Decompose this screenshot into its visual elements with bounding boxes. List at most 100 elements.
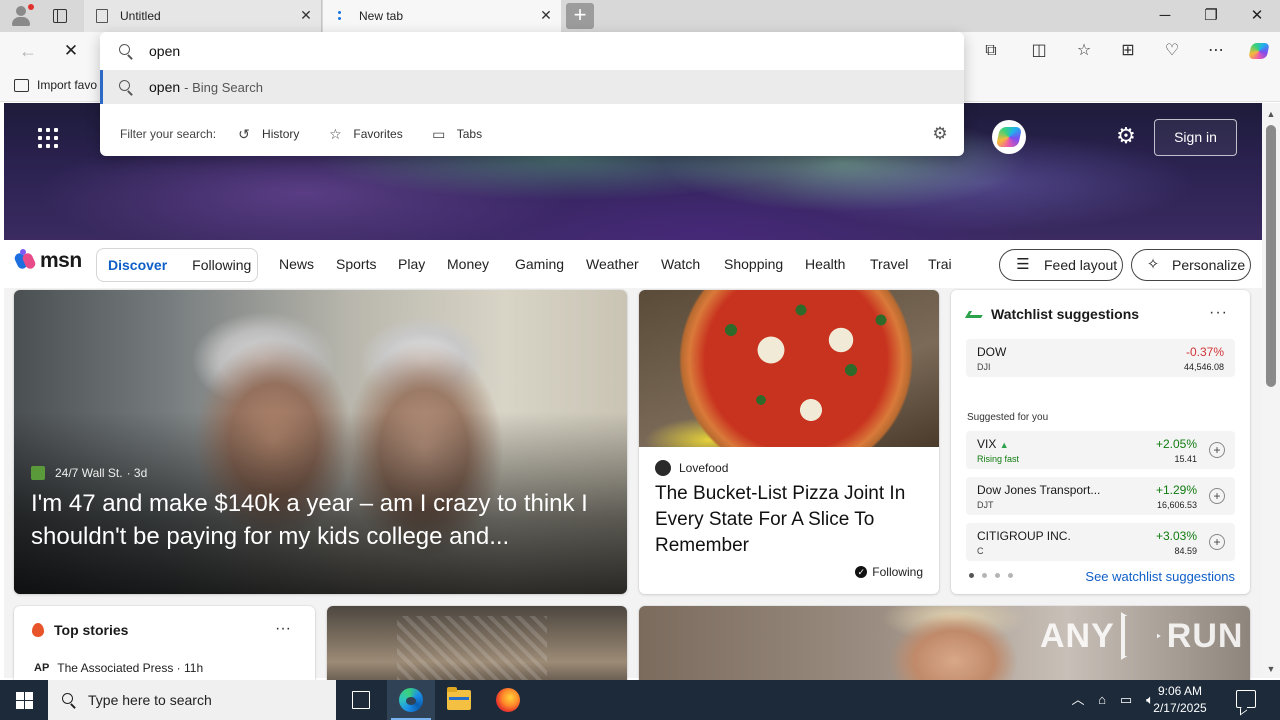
more-options-icon[interactable]: ··· — [275, 620, 291, 638]
msn-logo-icon — [13, 249, 38, 273]
watchlist-header[interactable]: Watchlist suggestions — [964, 306, 1140, 322]
tabs-icon: ▭ — [432, 126, 446, 142]
address-input[interactable]: open — [100, 32, 964, 70]
tab-new-tab[interactable]: New tab ✕ — [323, 0, 561, 32]
more-options-icon[interactable]: ··· — [1209, 304, 1228, 322]
pizza-article-card[interactable]: Lovefood The Bucket-List Pizza Joint In … — [639, 290, 939, 594]
stock-price: 44,546.08 — [1183, 362, 1224, 372]
firefox-button[interactable] — [484, 680, 532, 720]
tab-following[interactable]: Following — [192, 257, 251, 273]
browser-essentials-icon[interactable]: ♡ — [1161, 40, 1183, 62]
stock-row-dow[interactable]: DOW DJI -0.37% 44,546.08 — [966, 339, 1235, 377]
story-source[interactable]: AP The Associated Press · 11h — [34, 661, 203, 675]
scroll-up-icon[interactable]: ▲ — [1266, 109, 1276, 119]
task-view-button[interactable] — [336, 680, 384, 720]
tab-untitled[interactable]: Untitled ✕ — [84, 0, 322, 32]
restore-button[interactable]: ❐ — [1188, 0, 1234, 32]
nav-money[interactable]: Money — [447, 256, 489, 272]
see-watchlist-link[interactable]: See watchlist suggestions — [1085, 569, 1235, 584]
edge-taskbar-button[interactable] — [387, 680, 435, 720]
nav-travel[interactable]: Travel — [870, 256, 908, 272]
nav-health[interactable]: Health — [805, 256, 845, 272]
publisher-name: Lovefood — [679, 461, 729, 475]
stock-chart-icon — [964, 308, 986, 320]
tab-discover[interactable]: Discover — [108, 257, 167, 273]
personalize-label: Personalize — [1172, 257, 1246, 273]
profile-icon[interactable] — [8, 4, 34, 28]
copilot-icon[interactable] — [1246, 38, 1272, 64]
settings-more-icon[interactable]: ⋯ — [1205, 40, 1227, 62]
feed-toggle: Discover Following — [96, 248, 258, 282]
feed-layout-button[interactable]: ☰ Feed layout — [999, 249, 1123, 281]
play-icon — [1120, 612, 1161, 660]
stock-row-vix[interactable]: VIX ▲ Rising fast +2.05% 15.41 + — [966, 431, 1235, 469]
copilot-icon[interactable] — [992, 120, 1026, 154]
nav-watch[interactable]: Watch — [661, 256, 700, 272]
article-headline[interactable]: The Bucket-List Pizza Joint In Every Sta… — [655, 481, 927, 559]
import-favorites-button[interactable]: Import favo — [14, 78, 97, 92]
nav-play[interactable]: Play — [398, 256, 425, 272]
back-button[interactable]: ← — [14, 38, 42, 64]
minimize-button[interactable]: ─ — [1142, 0, 1188, 32]
page-settings-icon[interactable]: ⚙ — [1114, 124, 1138, 148]
search-settings-icon[interactable]: ⚙ — [930, 124, 950, 144]
taskbar-search-placeholder: Type here to search — [88, 692, 212, 708]
tab-title: New tab — [359, 9, 404, 23]
collections-icon[interactable]: ⊞ — [1117, 40, 1139, 62]
nav-gaming[interactable]: Gaming — [515, 256, 564, 272]
filter-history[interactable]: ↺ History — [236, 126, 299, 142]
nav-sports[interactable]: Sports — [336, 256, 376, 272]
tab-strip: Untitled ✕ New tab ✕ + ─ ❐ ✕ — [0, 0, 1280, 32]
nav-weather[interactable]: Weather — [586, 256, 639, 272]
add-to-watchlist-icon[interactable]: + — [1209, 442, 1225, 458]
scroll-down-icon[interactable]: ▼ — [1266, 664, 1276, 674]
device-icon[interactable]: ⌂ — [1092, 680, 1112, 720]
stock-name: CITIGROUP INC. — [977, 529, 1071, 543]
carousel-dots[interactable] — [969, 573, 1013, 578]
nav-traffic[interactable]: Trai — [928, 256, 952, 272]
filter-favorites[interactable]: ☆ Favorites — [327, 126, 403, 142]
close-tab-icon[interactable]: ✕ — [299, 8, 313, 22]
edge-icon — [399, 688, 423, 712]
msn-logo[interactable]: msn — [13, 249, 82, 273]
notifications-icon[interactable] — [1236, 690, 1256, 708]
personalize-button[interactable]: ✧ Personalize — [1131, 249, 1251, 281]
search-suggestion[interactable]: open - Bing Search — [100, 70, 964, 104]
hero-article-card[interactable]: 24/7 Wall St. · 3d I'm 47 and make $140k… — [14, 290, 627, 594]
tab-title: Untitled — [120, 9, 161, 23]
split-screen-icon[interactable]: ◫ — [1028, 40, 1050, 62]
nav-shopping[interactable]: Shopping — [724, 256, 783, 272]
extensions-icon[interactable]: ⧉ — [980, 40, 1002, 62]
add-to-watchlist-icon[interactable]: + — [1209, 534, 1225, 550]
sign-in-button[interactable]: Sign in — [1154, 119, 1237, 156]
msn-logo-text: msn — [40, 249, 82, 272]
top-stories-title: Top stories — [54, 622, 129, 638]
file-explorer-button[interactable] — [435, 680, 483, 720]
tab-actions-icon[interactable] — [50, 6, 70, 26]
nav-news[interactable]: News — [279, 256, 314, 272]
history-icon: ↺ — [238, 126, 250, 142]
favorites-icon[interactable]: ☆ — [1073, 40, 1095, 62]
add-to-watchlist-icon[interactable]: + — [1209, 488, 1225, 504]
following-badge[interactable]: ✓ Following — [855, 565, 923, 579]
close-tab-icon[interactable]: ✕ — [539, 8, 553, 22]
stock-row-citigroup[interactable]: CITIGROUP INC. C +3.03% 84.59 + — [966, 523, 1235, 561]
stock-price: 84.59 — [1174, 546, 1197, 556]
stock-row-djt[interactable]: Dow Jones Transport... DJT +1.29% 16,606… — [966, 477, 1235, 515]
close-window-button[interactable]: ✕ — [1234, 0, 1280, 32]
article-headline[interactable]: I'm 47 and make $140k a year – am I craz… — [31, 487, 611, 553]
stop-loading-button[interactable]: ✕ — [57, 38, 85, 64]
app-launcher-icon[interactable] — [38, 128, 58, 148]
scroll-thumb[interactable] — [1266, 125, 1276, 387]
filter-tabs[interactable]: ▭ Tabs — [431, 126, 482, 142]
article-card-image[interactable] — [327, 606, 627, 686]
new-tab-button[interactable]: + — [566, 3, 594, 29]
sliders-icon: ☰ — [1016, 256, 1030, 273]
show-hidden-icons[interactable]: ︿ — [1068, 680, 1088, 720]
article-image — [639, 290, 939, 447]
system-clock[interactable]: 9:06 AM 2/17/2025 — [1130, 683, 1230, 717]
start-button[interactable] — [0, 680, 48, 720]
watchlist-title: Watchlist suggestions — [991, 306, 1140, 322]
page-scrollbar[interactable]: ▲ ▼ — [1262, 103, 1280, 678]
taskbar-search[interactable]: Type here to search — [48, 680, 336, 720]
